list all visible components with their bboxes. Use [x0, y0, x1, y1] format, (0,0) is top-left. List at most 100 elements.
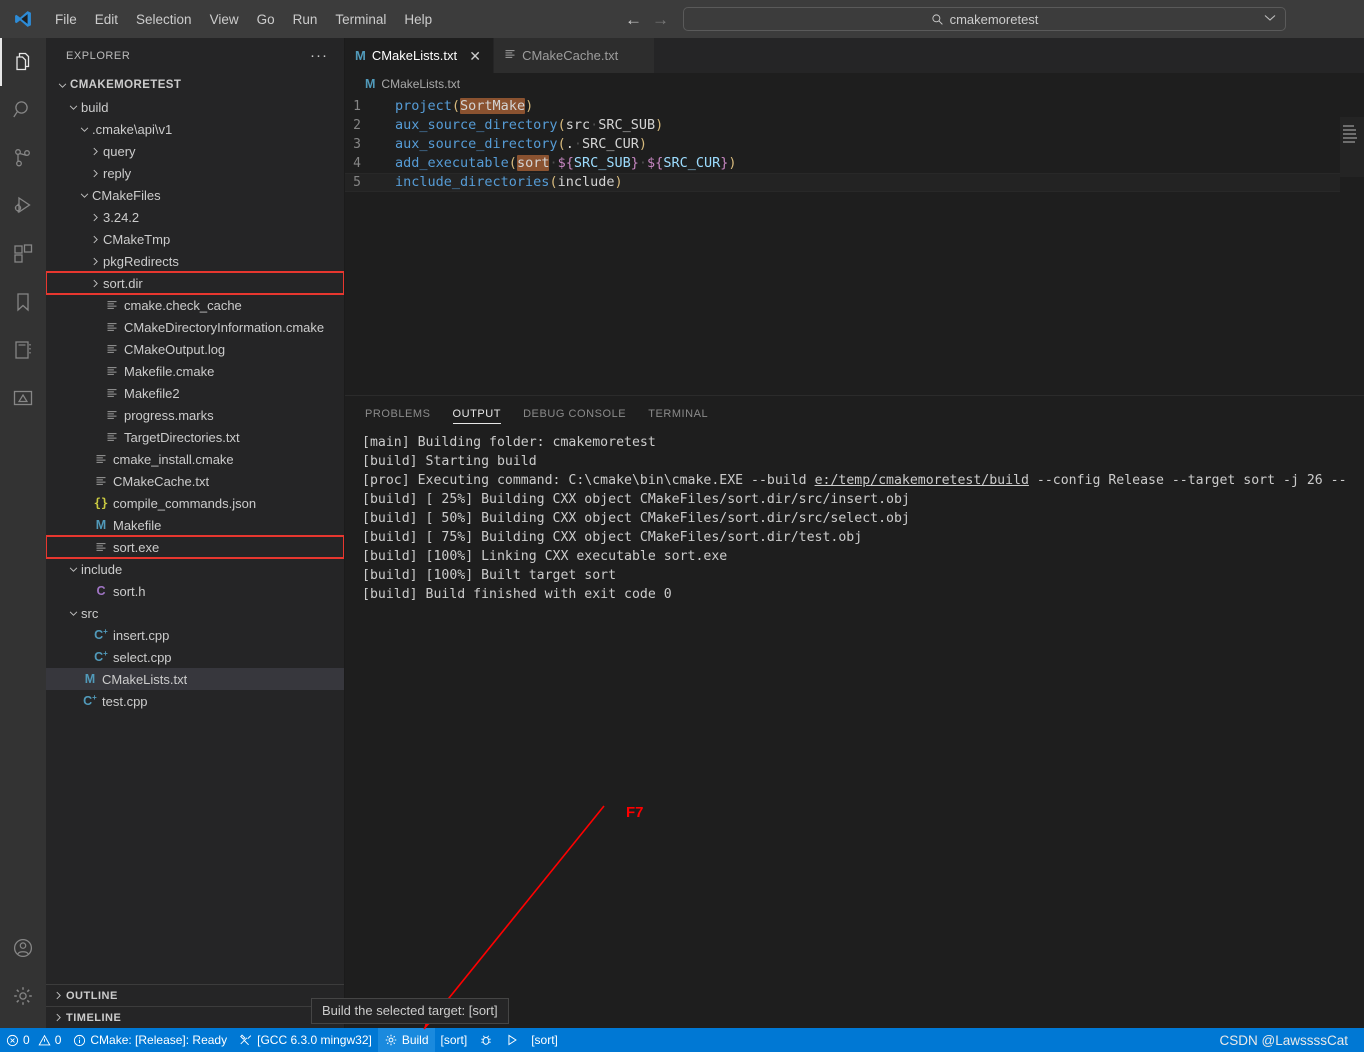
text-file-icon [103, 365, 121, 377]
tree-file[interactable]: CMakeCache.txt [46, 470, 344, 492]
tab-debug-console[interactable]: DEBUG CONSOLE [523, 396, 626, 431]
code-text: add_executable(sort·${SRC_SUB}·${SRC_CUR… [387, 154, 737, 173]
tree-folder[interactable]: src [46, 602, 344, 624]
bug-icon [481, 1035, 491, 1045]
tree-folder[interactable]: include [46, 558, 344, 580]
tree-file[interactable]: progress.marks [46, 404, 344, 426]
tree-file[interactable]: M CMakeLists.txt [46, 668, 344, 690]
chevron-right-icon [87, 165, 103, 181]
activity-cmake-tools[interactable] [0, 374, 46, 422]
output-line: [build] Build finished with exit code 0 [345, 585, 1364, 604]
build-tooltip: Build the selected target: [sort] [311, 998, 509, 1024]
tree-item-label: .cmake\api\v1 [92, 121, 173, 137]
menu-edit[interactable]: Edit [86, 9, 127, 30]
activity-accounts[interactable] [0, 924, 46, 972]
tree-file[interactable]: CMakeDirectoryInformation.cmake [46, 316, 344, 338]
tree-root[interactable]: CMAKEMORETEST [46, 74, 344, 96]
code-lines: 1 project(SortMake) 2 aux_source_directory(… [345, 95, 1364, 192]
menu-file[interactable]: File [46, 9, 86, 30]
makefile-icon: M [95, 518, 107, 532]
activity-explorer[interactable] [0, 38, 46, 86]
tree-file[interactable]: {} compile_commands.json [46, 492, 344, 514]
status-run[interactable] [499, 1028, 525, 1052]
tree-folder[interactable]: .cmake\api\v1 [46, 118, 344, 140]
run-debug-icon [14, 196, 31, 214]
menu-selection[interactable]: Selection [127, 9, 201, 30]
output-text: [build] Build finished with exit code 0 [362, 587, 672, 602]
output-content[interactable]: [main] Building folder: cmakemoretest [b… [345, 431, 1364, 1028]
status-debug[interactable] [473, 1028, 499, 1052]
tree-file[interactable]: C+ select.cpp [46, 646, 344, 668]
menu-view[interactable]: View [201, 9, 248, 30]
code-token: SRC_SUB [573, 155, 631, 171]
menu-terminal[interactable]: Terminal [326, 9, 395, 30]
tree-folder[interactable]: reply [46, 162, 344, 184]
code-token: SRC_CUR [581, 136, 639, 152]
activity-extensions[interactable] [0, 230, 46, 278]
tree-file[interactable]: cmake.check_cache [46, 294, 344, 316]
tree-file[interactable]: cmake_install.cmake [46, 448, 344, 470]
warning-icon [38, 1034, 51, 1045]
tree-file[interactable]: Makefile.cmake [46, 360, 344, 382]
command-center[interactable]: cmakemoretest [683, 7, 1286, 31]
sidebar-section-outline[interactable]: OUTLINE [46, 984, 344, 1006]
tab-terminal[interactable]: TERMINAL [648, 396, 708, 431]
minimap[interactable] [1340, 95, 1364, 395]
code-token: · [638, 155, 648, 171]
tree-file[interactable]: M Makefile [46, 514, 344, 536]
tree-file[interactable]: sort.exe [46, 535, 344, 559]
activity-bookmarks[interactable] [0, 278, 46, 326]
activity-source-control[interactable] [0, 134, 46, 182]
status-build-target[interactable]: [sort] [435, 1028, 474, 1052]
code-token: ) [614, 174, 623, 190]
status-build-button[interactable]: Build [377, 1028, 435, 1052]
output-line: [build] [ 50%] Building CXX object CMake… [345, 509, 1364, 528]
menu-run[interactable]: Run [284, 9, 327, 30]
tree-folder[interactable]: build [46, 96, 344, 118]
tab-cmakecache[interactable]: CMakeCache.txt ✕ [494, 38, 656, 73]
status-debug-target[interactable]: [sort] [525, 1028, 564, 1052]
tree-folder[interactable]: pkgRedirects [46, 250, 344, 272]
code-editor[interactable]: 1 project(SortMake) 2 aux_source_directory(… [345, 95, 1364, 395]
status-kit[interactable]: [GCC 6.3.0 mingw32] [233, 1028, 378, 1052]
sidebar-section-timeline[interactable]: TIMELINE [46, 1006, 344, 1028]
chevron-down-icon [76, 187, 92, 203]
status-problems[interactable]: 0 0 [0, 1028, 67, 1052]
tab-cmakelists[interactable]: M CMakeLists.txt ✕ [345, 38, 495, 73]
tab-output[interactable]: OUTPUT [452, 396, 502, 431]
output-text: [build] Starting build [362, 454, 537, 469]
tree-folder[interactable]: CMakeTmp [46, 228, 344, 250]
activity-settings[interactable] [0, 972, 46, 1020]
status-cmake[interactable]: CMake: [Release]: Ready [67, 1028, 233, 1052]
close-icon[interactable]: ✕ [467, 49, 483, 63]
tree-folder[interactable]: 3.24.2 [46, 206, 344, 228]
tree-folder[interactable]: CMakeFiles [46, 184, 344, 206]
menu-help[interactable]: Help [395, 9, 441, 30]
tab-problems[interactable]: PROBLEMS [365, 396, 431, 431]
tree-file[interactable]: C+ insert.cpp [46, 624, 344, 646]
tree-folder[interactable]: sort.dir [46, 271, 344, 295]
code-token: ) [638, 136, 648, 152]
back-arrow-icon[interactable]: ← [625, 11, 642, 28]
activity-search[interactable] [0, 86, 46, 134]
tree-folder[interactable]: query [46, 140, 344, 162]
activity-run-debug[interactable] [0, 182, 46, 230]
tree-file[interactable]: Csort.h [46, 580, 344, 602]
sidebar-more-actions-icon[interactable]: ··· [302, 48, 336, 63]
tree-file[interactable]: TargetDirectories.txt [46, 426, 344, 448]
activity-notebook[interactable] [0, 326, 46, 374]
workbench: EXPLORER ··· CMAKEMORETEST build .cmake\ap… [0, 38, 1364, 1028]
json-file-icon: {} [93, 496, 109, 510]
tree-file[interactable]: C+ test.cpp [46, 690, 344, 712]
tree-file[interactable]: CMakeOutput.log [46, 338, 344, 360]
output-link[interactable]: e:/temp/cmakemoretest/build [815, 473, 1029, 488]
text-file-icon [92, 541, 110, 553]
tree-item-label: cmake.check_cache [124, 297, 242, 313]
forward-arrow-icon[interactable]: → [652, 11, 669, 28]
menu-go[interactable]: Go [248, 9, 284, 30]
chevron-down-icon[interactable] [1264, 11, 1276, 25]
tree-file[interactable]: Makefile2 [46, 382, 344, 404]
tree-item-label: CMakeLists.txt [102, 671, 188, 687]
breadcrumb-label[interactable]: CMakeLists.txt [381, 77, 460, 91]
